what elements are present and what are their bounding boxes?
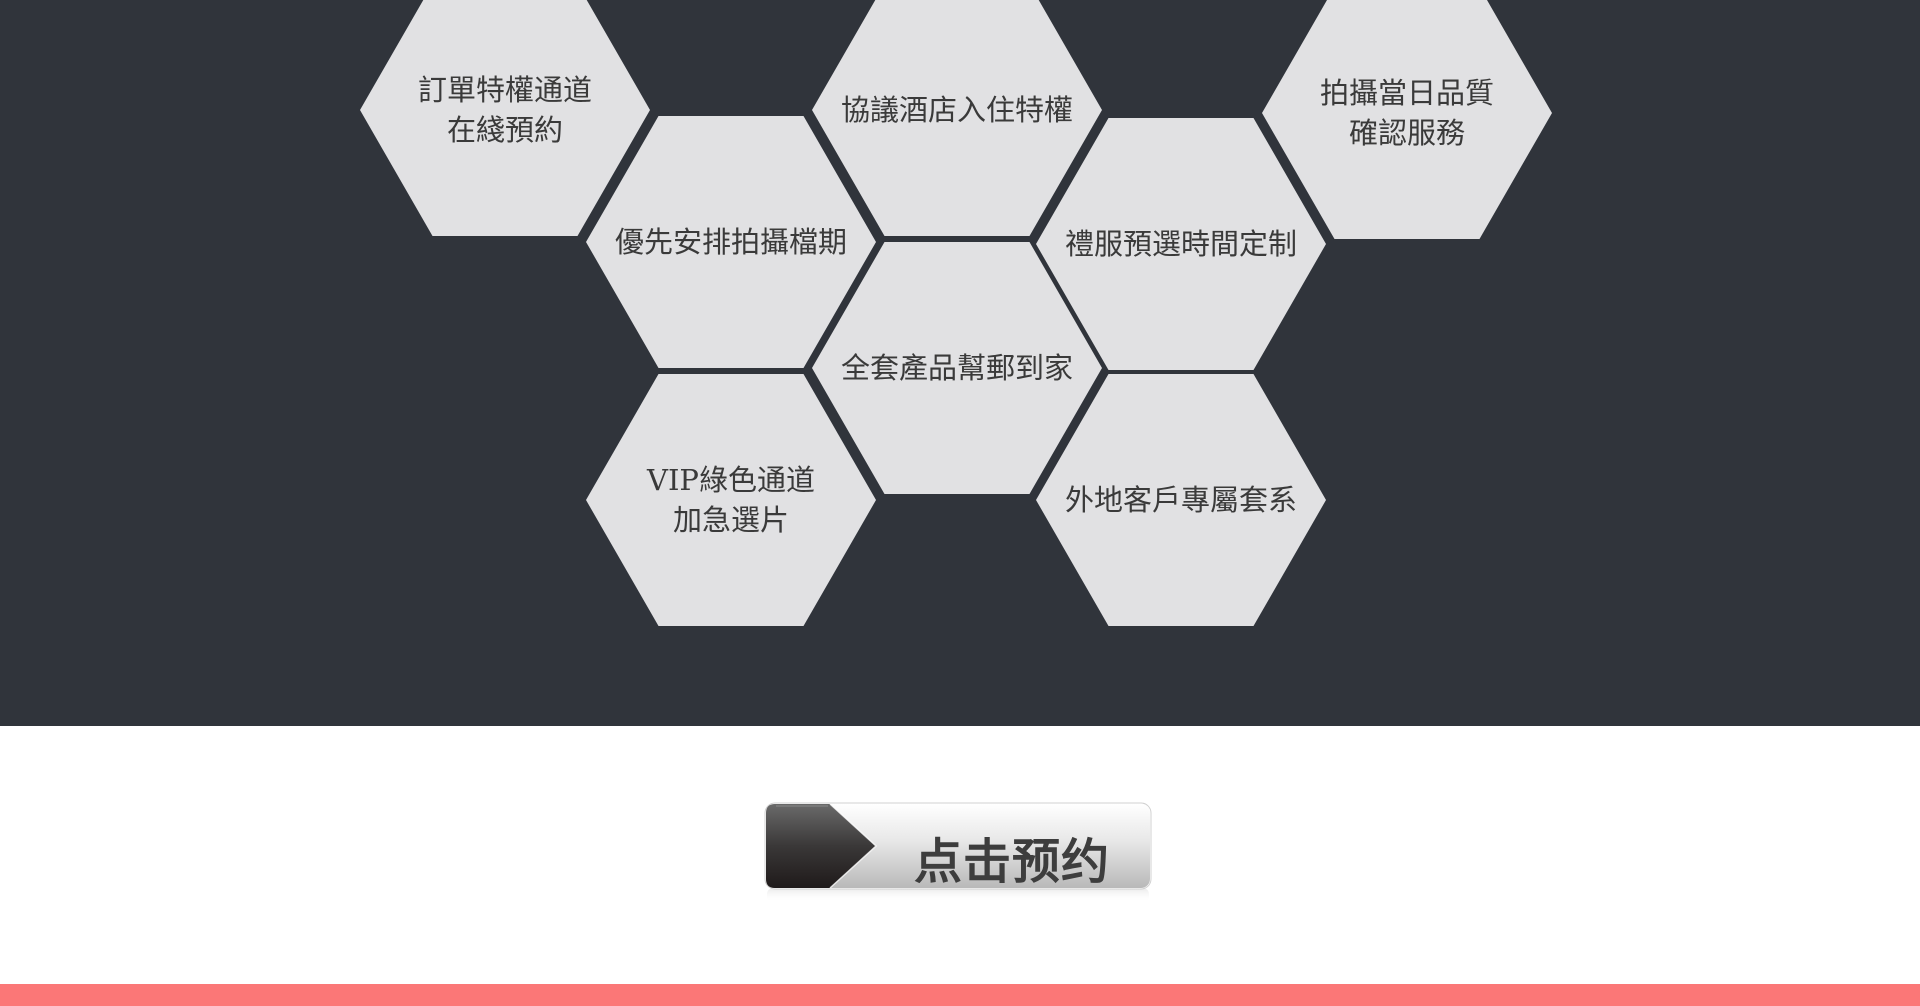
feature-hex-line: 在綫預約	[446, 113, 563, 147]
feature-hex-line: VIP綠色通道	[647, 463, 815, 497]
feature-hex-line: 禮服預選時間定制	[1064, 227, 1297, 261]
feature-hex-out-of-town-package[interactable]: 外地客戶專屬套系	[1036, 374, 1326, 626]
feature-hex-hotel-privilege[interactable]: 協議酒店入住特權	[812, 0, 1102, 236]
feature-section: 訂單特權通道 在綫預約 協議酒店入住特權 拍攝當日品質 確認服務 優先安排拍攝檔…	[0, 0, 1920, 726]
feature-hex-line: 外地客戶專屬套系	[1064, 483, 1297, 517]
feature-hex-line: 協議酒店入住特權	[840, 93, 1073, 127]
bottom-accent-bar	[0, 984, 1920, 1006]
book-now-button[interactable]: 点击预约	[764, 802, 1152, 902]
book-now-label: 点击预约	[913, 834, 1110, 890]
feature-hex-line: 加急選片	[672, 503, 789, 537]
feature-hex-order-privilege[interactable]: 訂單特權通道 在綫預約	[360, 0, 650, 236]
feature-hex-line: 訂單特權通道	[417, 73, 592, 107]
feature-hex-vip-green-channel[interactable]: VIP綠色通道 加急選片	[586, 374, 876, 626]
feature-hex-line: 拍攝當日品質	[1319, 76, 1494, 110]
feature-hex-line: 確認服務	[1348, 116, 1465, 150]
feature-hex-quality-confirmation[interactable]: 拍攝當日品質 確認服務	[1262, 0, 1552, 239]
feature-hex-line: 全套產品幫郵到家	[840, 351, 1073, 385]
feature-hex-priority-schedule[interactable]: 優先安排拍攝檔期	[586, 116, 876, 368]
feature-hex-line: 優先安排拍攝檔期	[614, 225, 847, 259]
